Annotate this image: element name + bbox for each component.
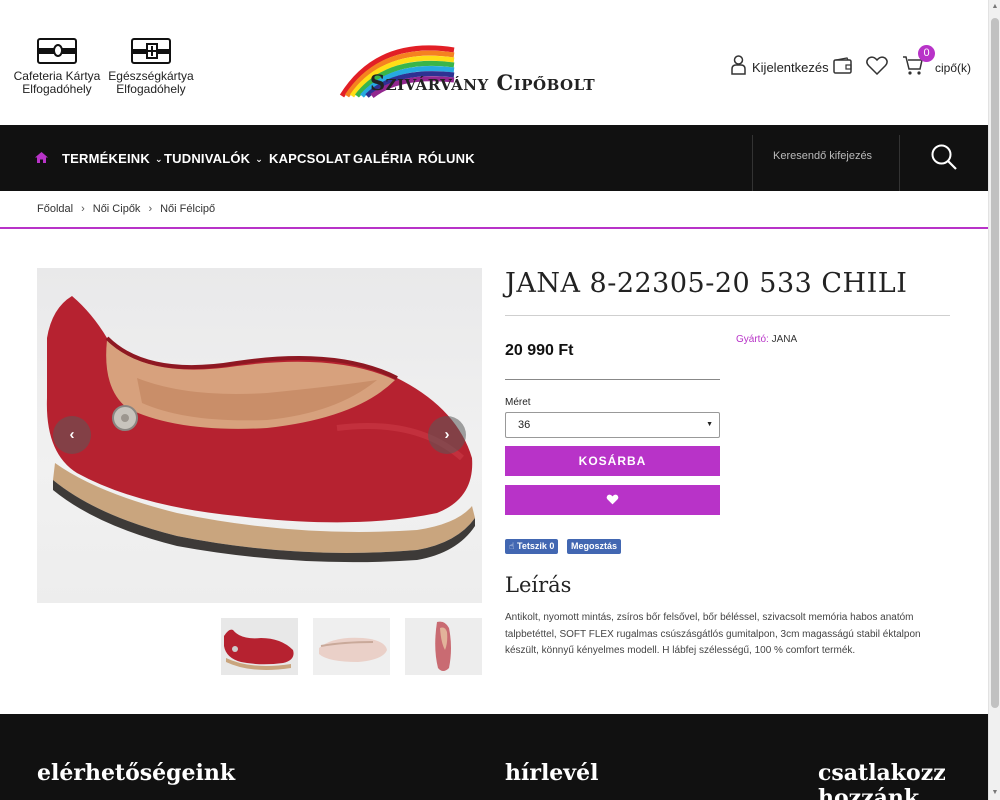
wishlist-heart-icon[interactable] (866, 56, 888, 75)
health-label-line2: Elfogadóhely (116, 82, 186, 96)
thumbnail-shoe-top (405, 618, 482, 675)
thumbnail-shoe-sole (313, 618, 390, 675)
size-label: Méret (505, 397, 531, 408)
product-title: JANA 8-22305-20 533 CHILI (505, 268, 908, 299)
cart-count-badge: 0 (918, 45, 935, 62)
add-to-cart-button[interactable]: KOSÁRBA (505, 446, 720, 476)
chevron-right-icon: › (81, 203, 85, 215)
breadcrumb-noi-cipok[interactable]: Női Cipők (93, 203, 141, 215)
gallery-next-button[interactable]: › (428, 416, 466, 454)
chevron-down-icon: ⌄ (154, 154, 163, 164)
size-value: 36 (518, 419, 531, 431)
manufacturer-value[interactable]: JANA (772, 334, 798, 345)
heart-icon (606, 494, 619, 505)
dropdown-arrow-icon: ▼ (706, 421, 713, 428)
search-icon[interactable] (930, 143, 958, 171)
manufacturer-info: Gyártó: JANA (736, 334, 797, 345)
home-icon[interactable] (35, 152, 48, 163)
scroll-up-icon[interactable]: ▲ (991, 3, 999, 11)
health-card-badge[interactable]: Egészségkártya Elfogadóhely (105, 38, 197, 96)
nav-item-kapcsolat[interactable]: KAPCSOLAT (269, 151, 351, 166)
scroll-down-icon[interactable]: ▼ (991, 789, 999, 797)
cafeteria-card-badge[interactable]: Cafeteria Kártya Elfogadóhely (12, 38, 102, 96)
product-main-image[interactable]: ‹ › (37, 268, 482, 603)
add-to-wishlist-button[interactable] (505, 485, 720, 515)
cafeteria-label-line2: Elfogadóhely (22, 82, 92, 96)
price-divider (505, 379, 720, 380)
site-header: Cafeteria Kártya Elfogadóhely Egészségká… (0, 0, 988, 125)
description-heading: Leírás (505, 573, 572, 597)
breadcrumb-home[interactable]: Főoldal (37, 203, 73, 215)
logo-text[interactable]: Szivárvány Cipőbolt (370, 70, 595, 95)
thumbnail-2[interactable] (313, 618, 390, 675)
search-input[interactable] (773, 150, 893, 162)
size-select[interactable]: 36 ▼ (505, 412, 720, 438)
breadcrumb: Főoldal › Női Cipők › Női Félcipő (37, 203, 215, 215)
nav-item-galeria[interactable]: GALÉRIA (353, 151, 413, 166)
page-scrollbar[interactable]: ▲ ▼ (988, 0, 1000, 800)
site-footer: elérhetőségeink hírlevél csatlakozz hozzá… (0, 714, 988, 800)
logout-link[interactable]: Kijelentkezés (752, 60, 829, 75)
product-price: 20 990 Ft (505, 342, 574, 359)
search-box (752, 135, 900, 191)
facebook-share-button[interactable]: Megosztás (567, 539, 622, 554)
chevron-down-icon: ⌄ (255, 154, 264, 164)
shoe-photo (46, 296, 475, 563)
footer-social-heading: csatlakozz hozzánk (818, 760, 946, 800)
card-plus-icon (131, 38, 171, 64)
footer-newsletter-heading: hírlevél (505, 760, 599, 786)
thumbnail-1[interactable] (221, 618, 298, 675)
facebook-like-button[interactable]: ☝ Tetszik 0 (505, 539, 559, 554)
breadcrumb-divider (0, 227, 988, 229)
footer-contact-heading: elérhetőségeink (37, 760, 236, 786)
nav-item-termekeink[interactable]: TERMÉKEINK ⌄ (62, 151, 163, 166)
user-icon[interactable] (731, 55, 746, 75)
wallet-icon[interactable] (833, 57, 853, 74)
thumbnail-shoe-side (221, 618, 298, 675)
product-description: Antikolt, nyomott mintás, zsíros bőr fel… (505, 612, 921, 656)
cart-label[interactable]: cipő(k) (935, 61, 971, 75)
chevron-right-icon: › (148, 203, 153, 215)
scrollbar-thumb[interactable] (991, 18, 999, 708)
nav-item-tudnivalok[interactable]: TUDNIVALÓK ⌄ (164, 151, 263, 166)
gallery-prev-button[interactable]: ‹ (53, 416, 91, 454)
card-dot-icon (37, 38, 77, 64)
breadcrumb-noi-felcipo[interactable]: Női Félcipő (160, 203, 215, 215)
manufacturer-label: Gyártó: (736, 334, 769, 345)
thumbnail-3[interactable] (405, 618, 482, 675)
main-nav: TERMÉKEINK ⌄ TUDNIVALÓK ⌄ KAPCSOLAT GALÉRI… (0, 125, 988, 191)
thumbs-up-icon: ☝ (509, 541, 515, 551)
nav-item-rolunk[interactable]: RÓLUNK (418, 151, 475, 166)
title-divider (505, 315, 950, 316)
